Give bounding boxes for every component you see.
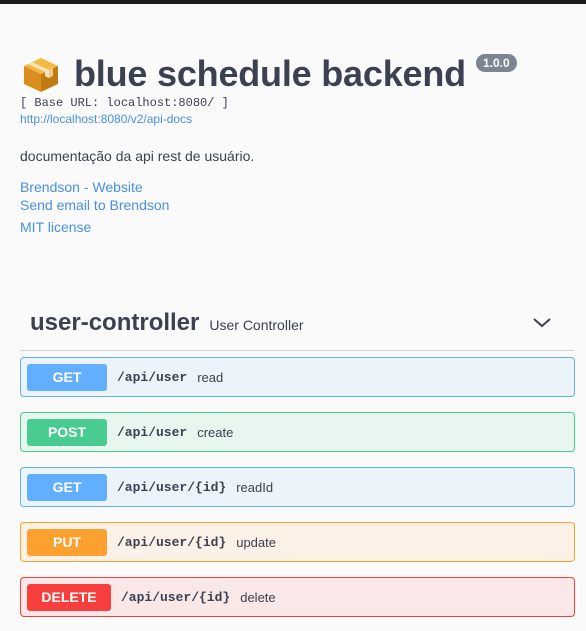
- tag-name: user-controller: [30, 309, 200, 336]
- method-badge: POST: [27, 418, 107, 446]
- operation-summary: delete: [240, 589, 276, 605]
- tag-header-user-controller[interactable]: user-controller User Controller: [20, 296, 574, 351]
- method-badge: PUT: [27, 528, 107, 556]
- license-link[interactable]: MIT license: [20, 219, 91, 235]
- operation-post-api-user[interactable]: POST /api/user create: [20, 412, 575, 452]
- operation-path: /api/user/{id}: [121, 589, 231, 605]
- operation-get-api-user[interactable]: GET /api/user read: [20, 357, 575, 397]
- operation-delete-api-user-id[interactable]: DELETE /api/user/{id} delete: [20, 577, 575, 617]
- operation-put-api-user-id[interactable]: PUT /api/user/{id} update: [20, 522, 575, 562]
- operation-summary: create: [197, 424, 234, 440]
- operation-path: /api/user/{id}: [117, 534, 227, 550]
- tag-description: User Controller: [209, 317, 304, 333]
- api-docs-link[interactable]: http://localhost:8080/v2/api-docs: [20, 112, 580, 128]
- api-description: documentação da api rest de usuário.: [20, 148, 255, 164]
- website-link[interactable]: Brendson - Website: [20, 178, 169, 196]
- contact-links: Brendson - Website Send email to Brendso…: [20, 178, 169, 214]
- method-badge: GET: [27, 363, 107, 391]
- operation-summary: update: [236, 534, 276, 550]
- method-badge: GET: [27, 473, 107, 501]
- operation-summary: readId: [236, 479, 274, 495]
- operation-summary: read: [197, 369, 224, 385]
- top-bar: [0, 0, 586, 4]
- version-badge: 1.0.0: [476, 54, 517, 72]
- method-badge: DELETE: [27, 583, 111, 611]
- base-url: [ Base URL: localhost:8080/ ]: [20, 96, 229, 110]
- operation-get-api-user-id[interactable]: GET /api/user/{id} readId: [20, 467, 575, 507]
- page-title: blue schedule backend: [74, 53, 466, 94]
- api-info: blue schedule backend 1.0.0 [ Base URL: …: [20, 52, 580, 128]
- chevron-down-icon[interactable]: [532, 314, 552, 330]
- package-box-icon: [24, 58, 58, 92]
- email-link[interactable]: Send email to Brendson: [20, 196, 169, 214]
- operation-path: /api/user: [117, 369, 188, 385]
- operation-path: /api/user/{id}: [117, 479, 227, 495]
- operation-path: /api/user: [117, 424, 188, 440]
